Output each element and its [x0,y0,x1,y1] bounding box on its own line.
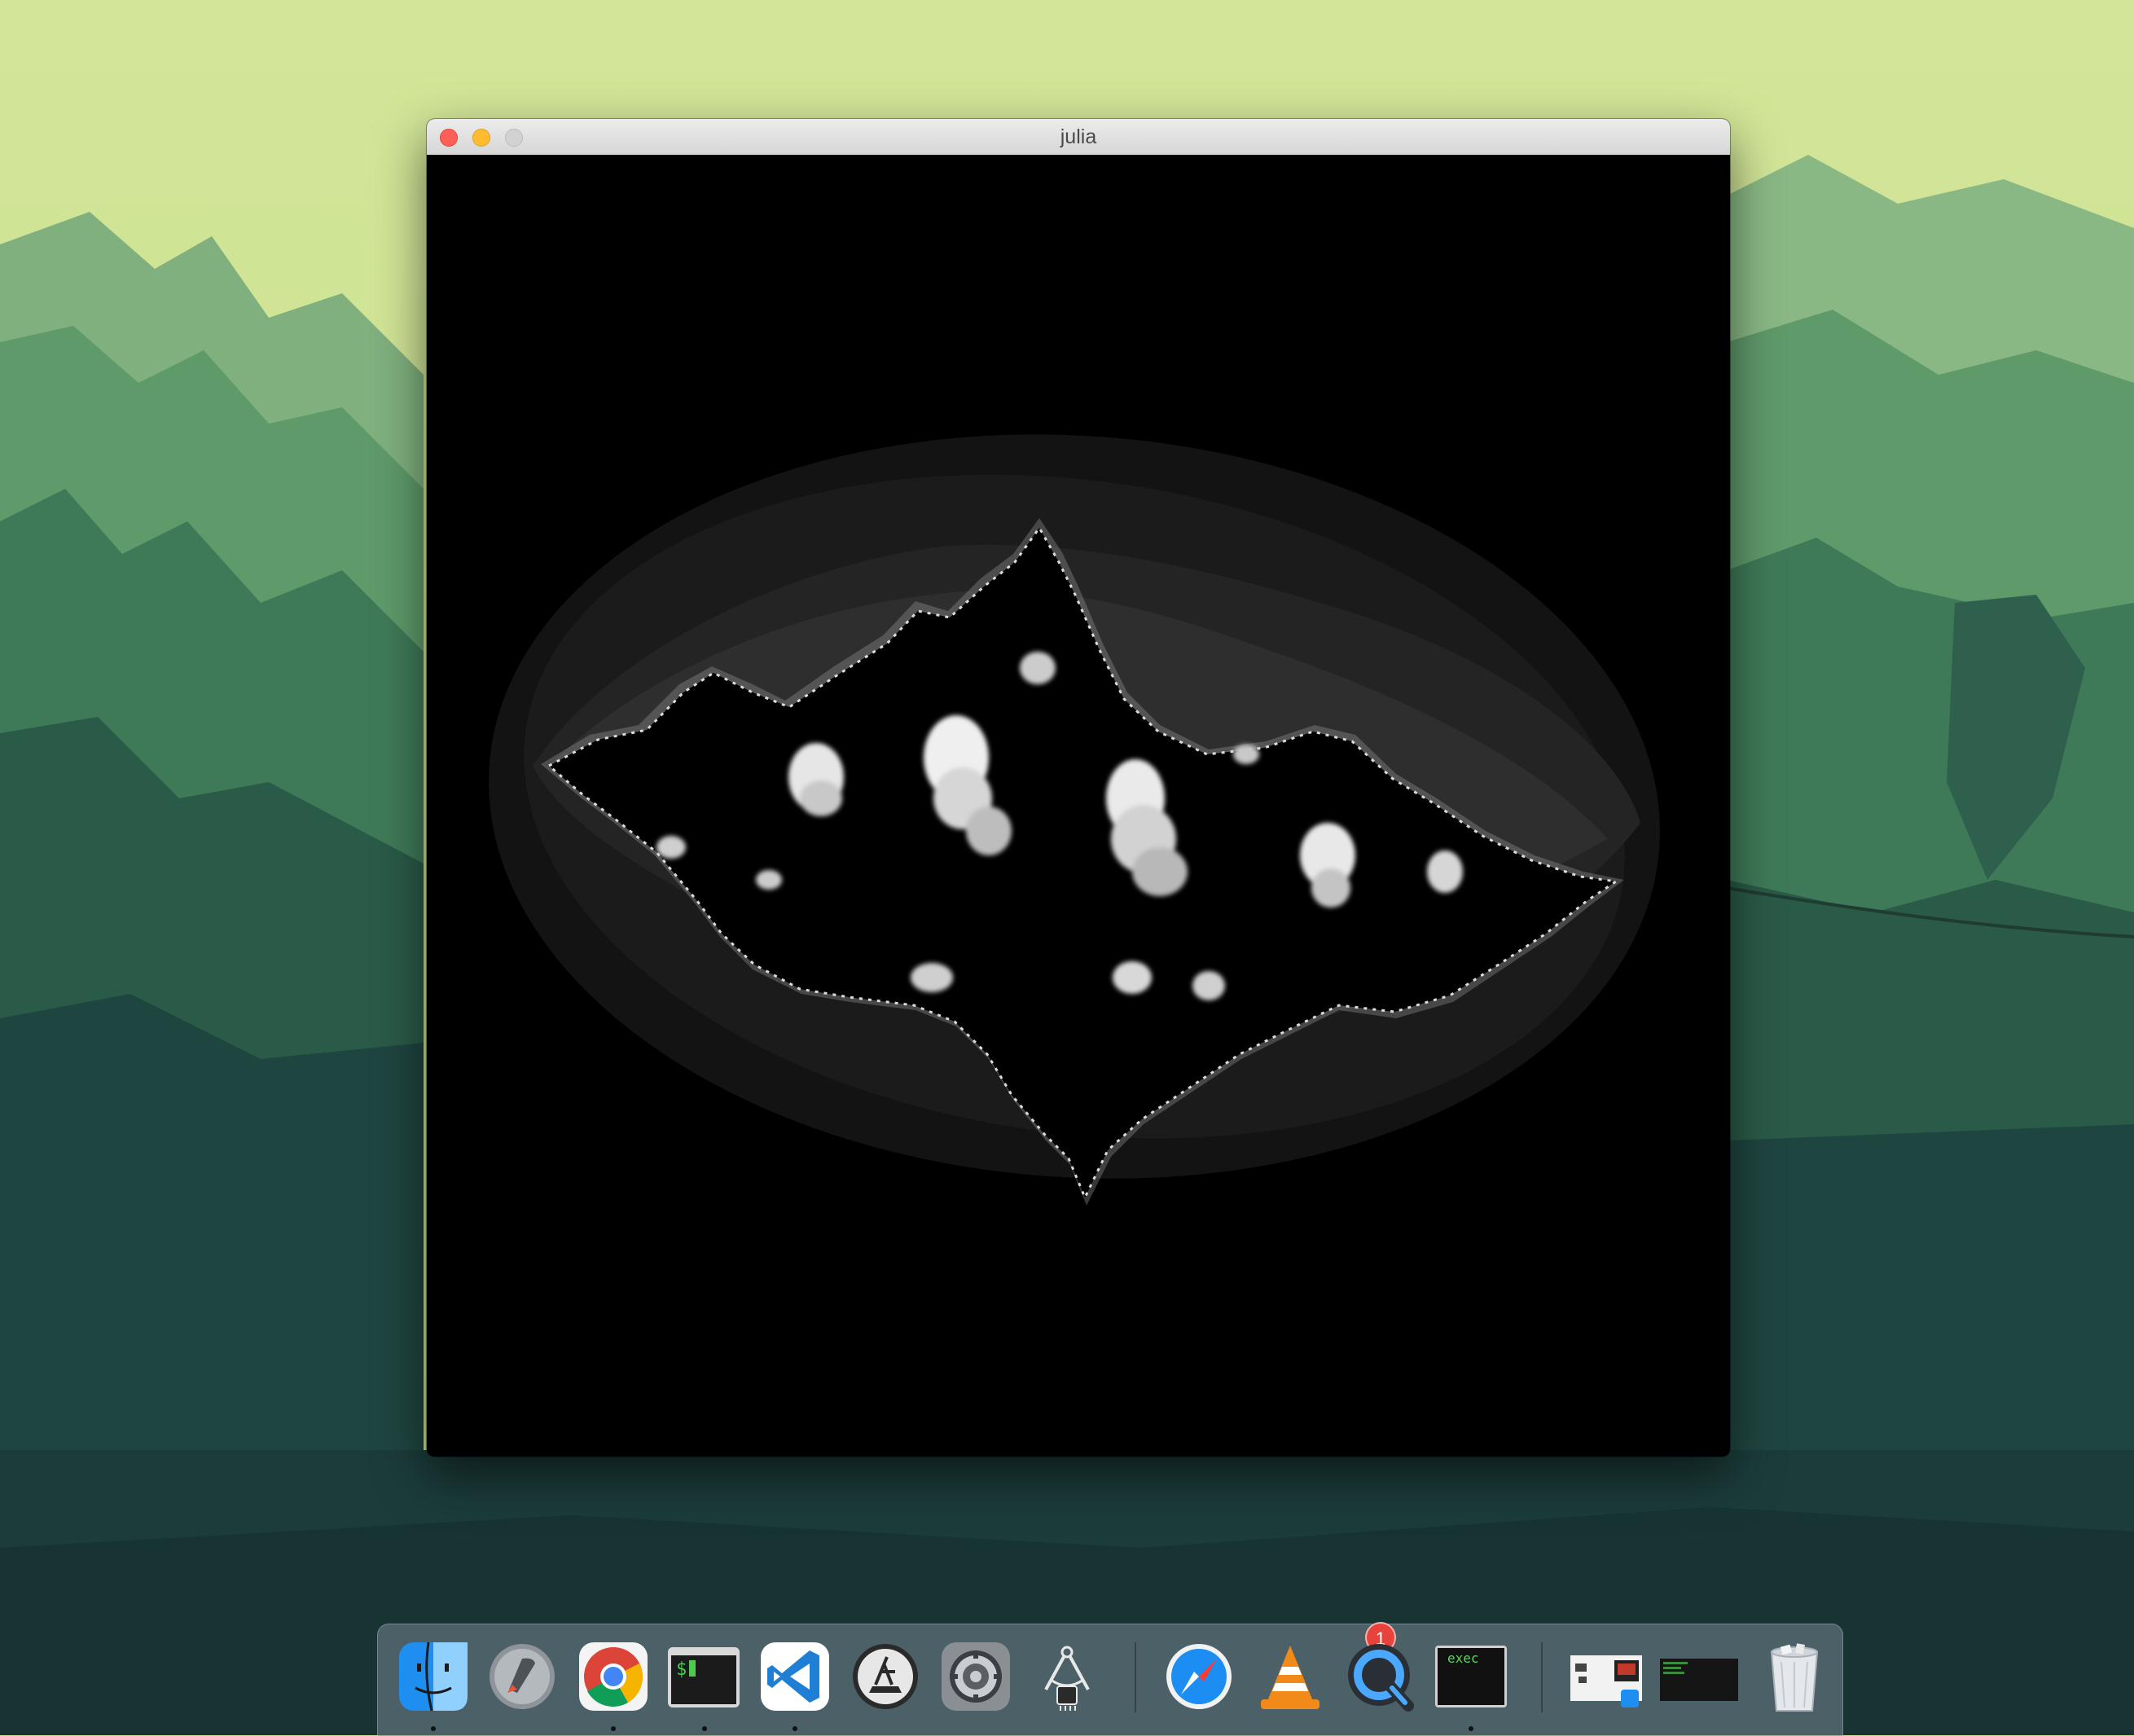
fractal-canvas[interactable] [427,155,1730,1457]
dock-item-app-builder[interactable] [848,1639,923,1714]
vscode-running-indicator [793,1726,797,1731]
dock-item-minimized-window[interactable] [1658,1639,1740,1714]
dock-item-terminal[interactable]: $ [666,1639,741,1714]
finder-running-indicator [431,1726,436,1731]
system-preferences-icon [942,1642,1010,1711]
finder-icon [399,1642,468,1712]
vlc-icon [1261,1646,1319,1709]
title-bar[interactable]: julia [427,119,1730,156]
downloads-stack-icon [1570,1655,1642,1707]
minimized-window-icon [1660,1659,1738,1701]
dock-item-compass-tool[interactable] [1030,1639,1104,1714]
dock-item-chrome[interactable] [576,1639,651,1714]
launchpad-icon [490,1644,555,1709]
chrome-icon [579,1642,648,1711]
dock-item-launchpad[interactable] [485,1639,560,1714]
julia-fractal-image [427,155,1730,1457]
dock-item-system-preferences[interactable] [938,1639,1013,1714]
dock-item-vscode[interactable] [757,1639,832,1714]
dock-item-stack[interactable] [1567,1639,1642,1714]
chrome-running-indicator [611,1726,616,1731]
dock-separator-2 [1541,1642,1543,1712]
dock-item-quicktime[interactable] [1343,1639,1418,1714]
trash-icon [1770,1643,1819,1712]
exec-label: exec [1447,1650,1479,1666]
window-title: julia [1060,125,1097,148]
vscode-icon [761,1642,829,1711]
terminal-icon: $ [668,1647,740,1707]
quicktime-icon [1348,1644,1414,1712]
exec-running-indicator [1469,1726,1473,1731]
compass-tool-icon [1044,1646,1090,1711]
dock-separator [1135,1642,1136,1712]
dock-item-vlc[interactable] [1253,1639,1328,1714]
svg-text:$: $ [676,1659,687,1680]
dock-item-safari[interactable] [1161,1639,1236,1714]
terminal-running-indicator [702,1726,707,1731]
xcode-app-icon [853,1644,918,1709]
dock-item-finder[interactable] [396,1639,471,1714]
dock: $ 1 exec [377,1622,1843,1736]
dock-item-exec[interactable]: exec [1434,1639,1508,1714]
julia-window: julia [427,119,1730,1457]
dock-item-trash[interactable] [1757,1639,1832,1714]
safari-icon [1166,1644,1232,1709]
